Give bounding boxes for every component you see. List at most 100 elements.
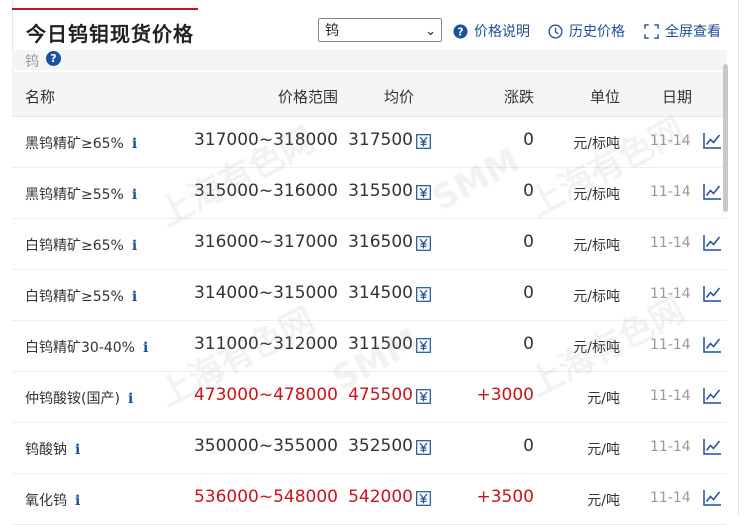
price-unit: 元/标吨: [573, 136, 620, 152]
info-icon[interactable]: i: [128, 391, 133, 407]
avg-price: 352500: [348, 436, 413, 456]
yuan-convert-icon[interactable]: [416, 134, 431, 149]
avg-price: 475500: [348, 385, 413, 405]
fullscreen-icon: [644, 23, 659, 39]
section-label: 钨: [25, 54, 39, 70]
price-date: 11-14: [650, 490, 691, 506]
product-name: 氧化钨 i: [25, 490, 80, 510]
product-name: 黑钨精矿≥55% i: [25, 184, 137, 204]
trend-chart-icon[interactable]: [703, 132, 722, 149]
table-row[interactable]: 白钨精矿≥55% i 314000~315000 314500 0 元/标吨 11-14: [12, 270, 727, 321]
price-change: +3500: [476, 487, 534, 507]
info-icon[interactable]: i: [132, 238, 137, 254]
table-row[interactable]: 氧化钨 i 536000~548000 542000 +3500 元/吨 11-14: [12, 474, 727, 525]
product-name-text: 氧化钨: [25, 493, 67, 509]
trend-chart-icon[interactable]: [703, 387, 722, 404]
trend-chart-icon[interactable]: [703, 336, 722, 353]
trend-chart-icon[interactable]: [703, 234, 722, 251]
table-row[interactable]: 钨酸钠 i 350000~355000 352500 0 元/吨 11-14: [12, 423, 727, 474]
trend-chart-icon[interactable]: [703, 438, 722, 455]
price-date: 11-14: [650, 184, 691, 200]
price-change: 0: [523, 181, 534, 201]
question-circle-icon: ?: [453, 23, 468, 39]
table-row[interactable]: 白钨精矿30-40% i 311000~312000 311500 0 元/标吨 11-14: [12, 321, 727, 372]
svg-text:?: ?: [458, 26, 464, 38]
avg-price: 542000: [348, 487, 413, 507]
product-name-text: 白钨精矿≥65%: [25, 238, 124, 254]
trend-chart-icon[interactable]: [703, 489, 722, 506]
price-change: +3000: [476, 385, 534, 405]
price-change: 0: [523, 130, 534, 150]
metal-select-value: 钨: [325, 23, 339, 39]
yuan-convert-icon[interactable]: [416, 491, 431, 506]
price-range: 317000~318000: [193, 130, 338, 150]
scrollbar-thumb[interactable]: [723, 64, 728, 212]
fullscreen-link[interactable]: 全屏查看: [644, 21, 721, 41]
price-date: 11-14: [650, 388, 691, 404]
avg-price: 317500: [348, 130, 413, 150]
info-icon[interactable]: i: [75, 493, 80, 509]
info-icon[interactable]: i: [132, 289, 137, 305]
product-name: 白钨精矿30-40% i: [25, 337, 148, 357]
price-date: 11-14: [650, 133, 691, 149]
product-name: 钨酸钠 i: [25, 439, 80, 459]
price-change: 0: [523, 436, 534, 456]
info-icon[interactable]: i: [143, 340, 148, 356]
product-name: 白钨精矿≥65% i: [25, 235, 137, 255]
history-price-label: 历史价格: [569, 24, 625, 40]
yuan-convert-icon[interactable]: [416, 185, 431, 200]
history-price-link[interactable]: 历史价格: [548, 21, 625, 41]
panel-header: 今日钨钼现货价格 钨 ⌄ ? 价格说明 历史价格 全屏查看: [12, 10, 737, 50]
info-icon[interactable]: i: [132, 187, 137, 203]
yuan-convert-icon[interactable]: [416, 338, 431, 353]
price-change: 0: [523, 283, 534, 303]
info-icon[interactable]: i: [132, 136, 137, 152]
info-icon[interactable]: i: [75, 442, 80, 458]
col-name-header: 名称: [25, 88, 56, 106]
yuan-convert-icon[interactable]: [416, 287, 431, 302]
table-header: 名称 价格范围 均价 涨跌 单位 日期: [12, 72, 727, 117]
product-name-text: 黑钨精矿≥55%: [25, 187, 124, 203]
price-range: 315000~316000: [193, 181, 338, 201]
col-change-header: 涨跌: [503, 88, 534, 106]
price-range: 311000~312000: [193, 334, 338, 354]
product-name-text: 黑钨精矿≥65%: [25, 136, 124, 152]
trend-chart-icon[interactable]: [703, 285, 722, 302]
product-name: 仲钨酸铵(国产) i: [25, 388, 133, 408]
price-range: 473000~478000: [193, 385, 338, 405]
price-date: 11-14: [650, 439, 691, 455]
trend-chart-icon[interactable]: [703, 183, 722, 200]
price-unit: 元/标吨: [573, 289, 620, 305]
price-unit: 元/吨: [587, 493, 620, 509]
col-range-header: 价格范围: [277, 88, 338, 106]
product-name: 白钨精矿≥55% i: [25, 286, 137, 306]
price-date: 11-14: [650, 235, 691, 251]
section-bar: 钨 ?: [12, 50, 727, 70]
table-row[interactable]: 仲钨酸铵(国产) i 473000~478000 475500 +3000 元/吨 11-1…: [12, 372, 727, 423]
price-unit: 元/标吨: [573, 238, 620, 254]
price-date: 11-14: [650, 286, 691, 302]
chevron-down-icon: ⌄: [425, 24, 436, 39]
col-unit-header: 单位: [590, 88, 621, 106]
table-row[interactable]: 白钨精矿≥65% i 316000~317000 316500 0 元/标吨 11-14: [12, 219, 727, 270]
price-description-label: 价格说明: [474, 24, 530, 40]
metal-select[interactable]: 钨 ⌄: [318, 18, 442, 42]
yuan-convert-icon[interactable]: [416, 389, 431, 404]
price-description-link[interactable]: ? 价格说明: [453, 21, 530, 41]
product-name: 黑钨精矿≥65% i: [25, 133, 137, 153]
yuan-convert-icon[interactable]: [416, 440, 431, 455]
product-name-text: 仲钨酸铵(国产): [25, 391, 120, 407]
table-row[interactable]: 黑钨精矿≥65% i 317000~318000 317500 0 元/标吨 11-14: [12, 117, 727, 168]
table-row[interactable]: 黑钨精矿≥55% i 315000~316000 315500 0 元/标吨 11-14: [12, 168, 727, 219]
section-help-icon[interactable]: ?: [46, 51, 61, 66]
col-date-header: 日期: [662, 88, 693, 106]
product-name-text: 白钨精矿30-40%: [25, 340, 135, 356]
avg-price: 315500: [348, 181, 413, 201]
yuan-convert-icon[interactable]: [416, 236, 431, 251]
price-change: 0: [523, 232, 534, 252]
price-unit: 元/标吨: [573, 187, 620, 203]
product-name-text: 白钨精矿≥55%: [25, 289, 124, 305]
price-range: 316000~317000: [193, 232, 338, 252]
price-unit: 元/标吨: [573, 340, 620, 356]
price-range: 536000~548000: [193, 487, 338, 507]
